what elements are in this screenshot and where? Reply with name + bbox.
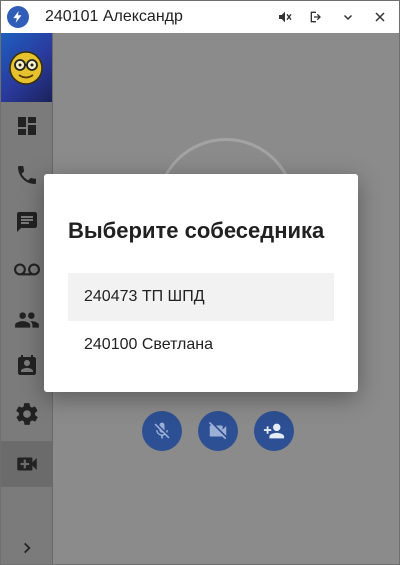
add-person-icon	[263, 423, 285, 439]
app-logo-icon	[7, 6, 29, 28]
sidebar-expand-button[interactable]	[1, 532, 52, 564]
close-icon[interactable]	[370, 7, 390, 27]
phone-icon	[17, 166, 36, 184]
dashboard-icon	[17, 117, 36, 135]
chevron-right-icon	[23, 542, 31, 554]
contacts-icon	[14, 312, 39, 328]
add-participant-button[interactable]	[254, 411, 294, 451]
contact-card-icon	[17, 355, 36, 375]
contact-option[interactable]: 240100 Светлана	[68, 321, 334, 369]
sidebar-item-settings[interactable]	[1, 391, 52, 437]
voicemail-icon	[13, 263, 40, 276]
dialog-title: Выберите собеседника	[68, 218, 325, 243]
video-off-icon	[208, 421, 227, 440]
mic-off-icon	[154, 422, 170, 439]
sidebar-item-video-call[interactable]	[1, 441, 52, 487]
contact-option[interactable]: 240473 ТП ШПД	[68, 273, 334, 321]
mute-mic-button[interactable]	[142, 411, 182, 451]
app-window: 240101 Александр Выберите собеседника 24…	[0, 0, 400, 565]
stop-video-button[interactable]	[198, 411, 238, 451]
gear-icon	[15, 403, 38, 425]
avatar[interactable]	[1, 33, 52, 102]
chat-icon	[16, 212, 37, 232]
video-call-icon	[16, 457, 37, 471]
title-bar: 240101 Александр	[1, 1, 399, 33]
mute-notifications-icon[interactable]	[275, 7, 295, 27]
logout-icon[interactable]	[306, 7, 326, 27]
window-title: 240101 Александр	[45, 8, 183, 25]
select-contact-dialog: Выберите собеседника 240473 ТП ШПД 24010…	[44, 174, 358, 392]
chevron-down-icon[interactable]	[338, 7, 358, 27]
sidebar-item-dashboard[interactable]	[1, 103, 52, 149]
